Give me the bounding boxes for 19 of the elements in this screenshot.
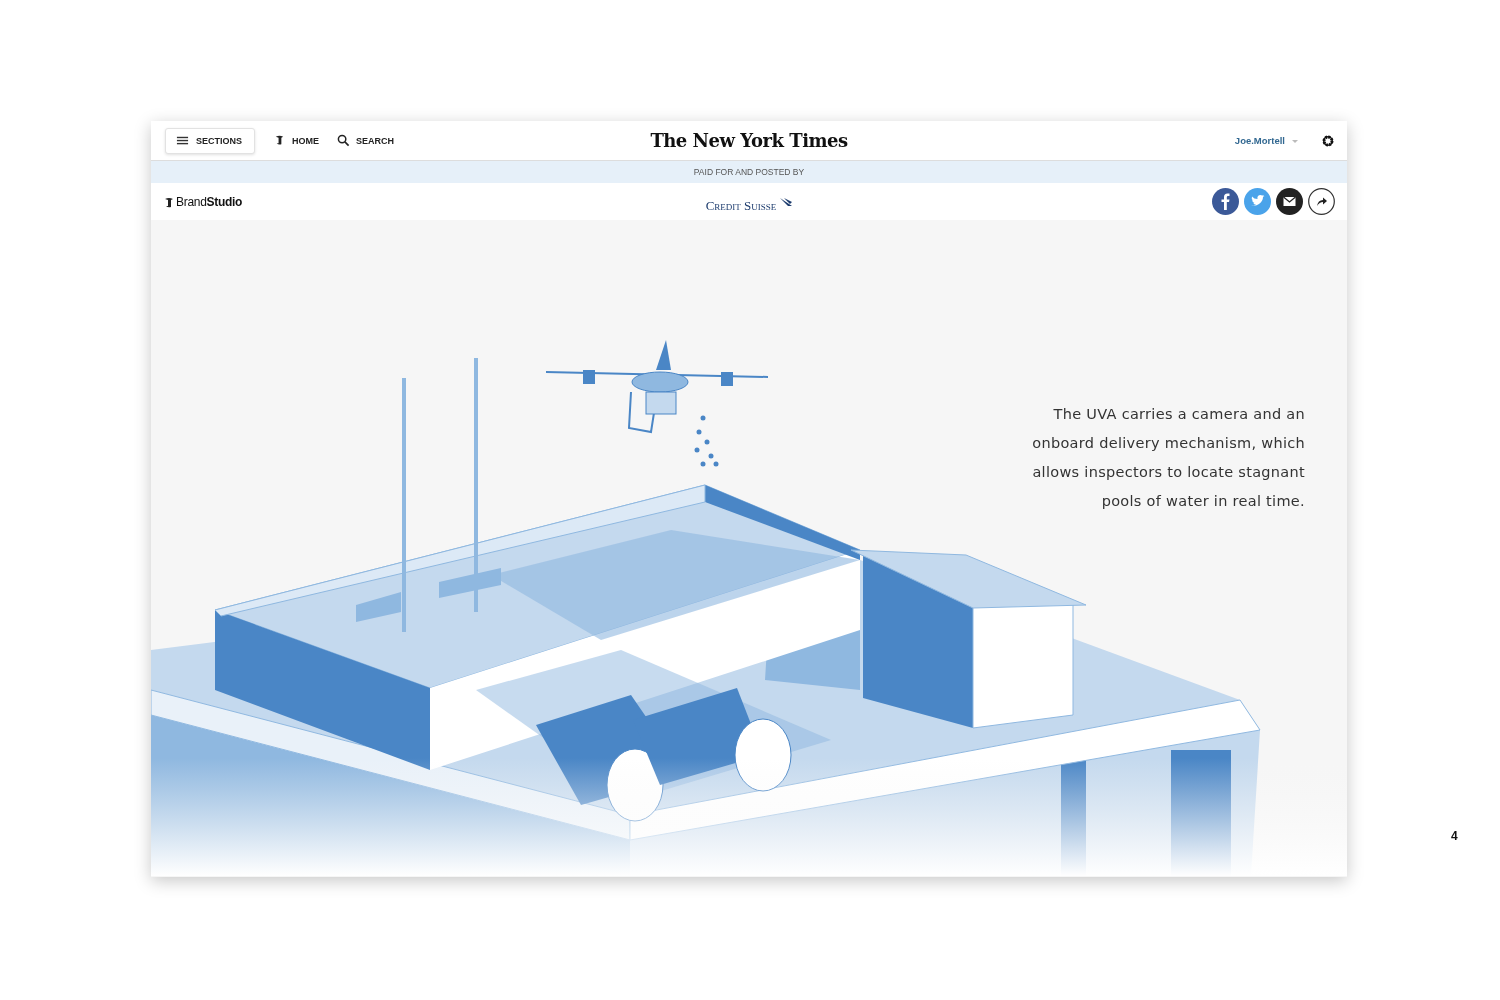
settings-icon [1321, 133, 1335, 148]
twitter-icon[interactable] [1244, 188, 1271, 215]
brand-logo[interactable]: BrandStudio [176, 194, 243, 209]
sponsor-label: PAID FOR AND POSTED BY [693, 167, 805, 177]
search-icon [337, 134, 350, 147]
menu-icon [176, 134, 189, 147]
logo-icon [163, 195, 175, 208]
home-link[interactable]: HOME [273, 134, 319, 147]
masthead-logo[interactable]: The New York Times [650, 130, 848, 151]
sponsor-logo[interactable]: Credit Suisse [705, 197, 777, 214]
email-icon[interactable] [1276, 188, 1303, 215]
sections-button[interactable]: SECTIONS [165, 127, 255, 154]
article-caption: The UVA carries a camera and an onboard delivery mechanism, which allows inspectors to locate stagnant pools of water in real time. [1031, 405, 1305, 511]
caret-icon [1291, 137, 1299, 144]
page-number: 4 [1451, 829, 1458, 843]
facebook-icon[interactable] [1212, 188, 1239, 215]
user-menu[interactable]: Joe.Mortell [1234, 135, 1299, 146]
search-link[interactable]: SEARCH [337, 134, 395, 147]
share-icon[interactable] [1308, 188, 1335, 215]
